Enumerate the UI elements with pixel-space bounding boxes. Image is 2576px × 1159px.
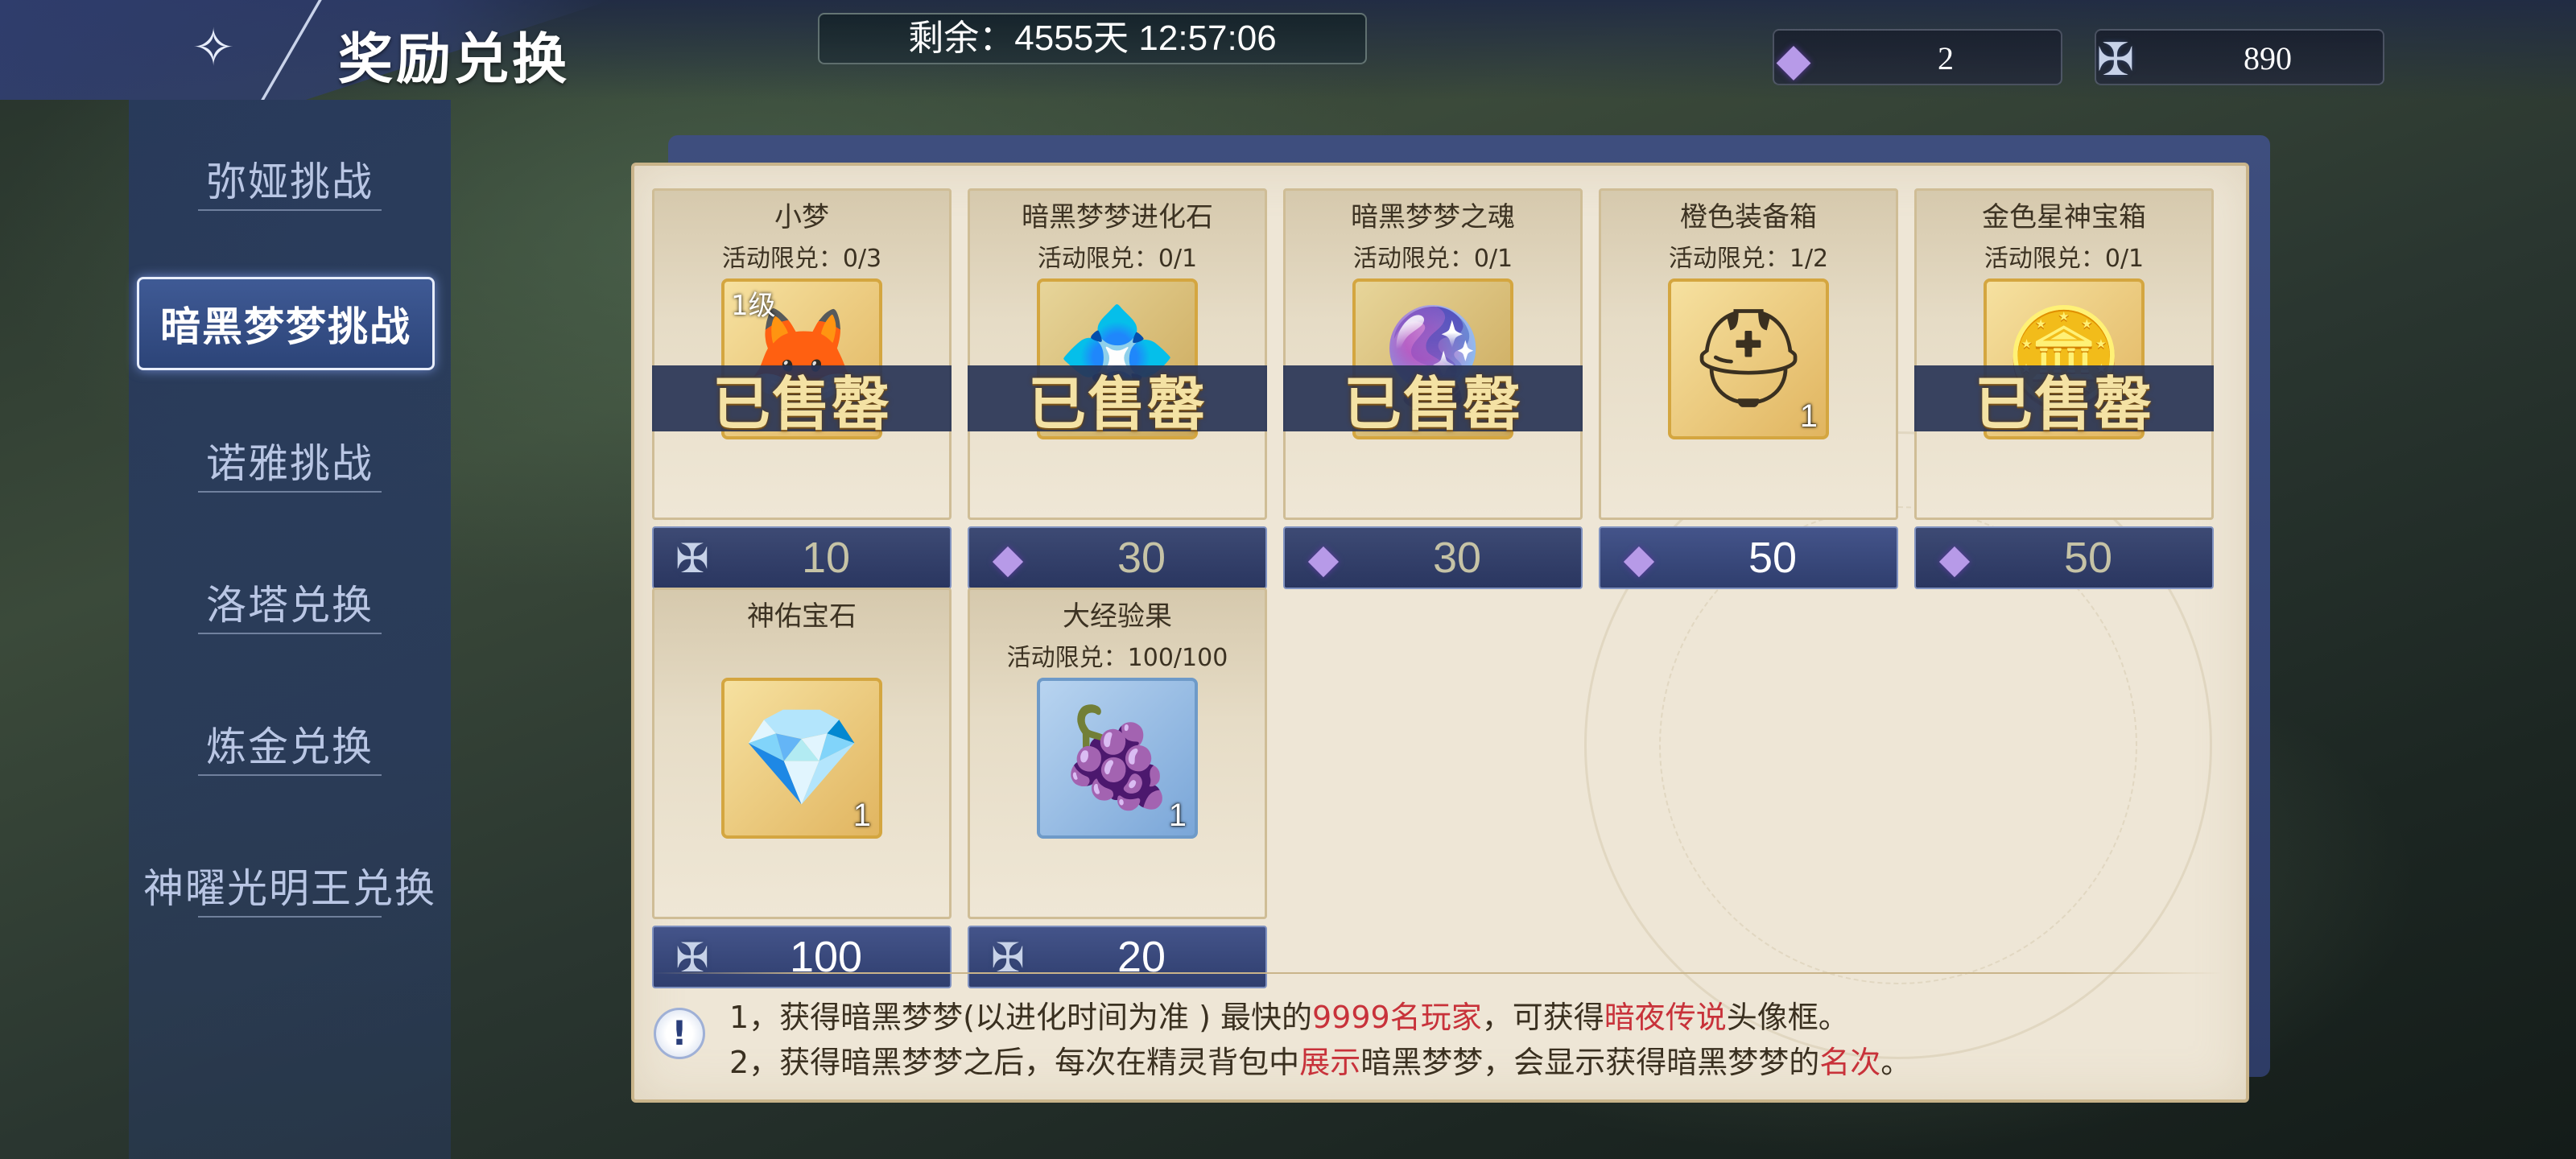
note-text: 。	[1880, 1045, 1912, 1080]
note-line-2: 2，获得暗黑梦梦之后，每次在精灵背包中展示暗黑梦梦，会显示获得暗黑梦梦的名次。	[729, 1040, 2219, 1085]
exchange-card-blessed-gem[interactable]: 神佑宝石 💎 1 ✠ 100	[652, 588, 952, 988]
note-text: 头像框。	[1726, 1000, 1849, 1035]
currency-token-value: 890	[2244, 40, 2292, 76]
note-highlight: 暗夜传说	[1604, 1000, 1727, 1035]
page-title: 奖励兑换	[338, 27, 571, 92]
weapon-token-icon: ✠	[2096, 33, 2135, 86]
price-button[interactable]: ✠ 20	[968, 926, 1267, 988]
exchange-card-exp-fruit[interactable]: 大经验果 活动限兑：100/100 🍇 1 ✠ 20	[968, 588, 1267, 988]
price-value: 30	[1117, 534, 1166, 582]
card-limit: 活动限兑：0/1	[1984, 245, 2145, 273]
note-highlight: 名次	[1819, 1045, 1881, 1080]
note-highlight: 展示	[1299, 1045, 1361, 1080]
price-button[interactable]: ◆ 50	[1599, 526, 1898, 589]
card-limit: 活动限兑：0/3	[721, 245, 882, 273]
price-value: 20	[1117, 933, 1166, 981]
card-name: 暗黑梦梦进化石	[1022, 201, 1213, 233]
note-highlight: 9999名玩家	[1312, 1000, 1482, 1035]
item-count: 1	[1168, 798, 1187, 833]
exchange-card-evolution-stone[interactable]: 暗黑梦梦进化石 活动限兑：0/1 💠 1 已售罄 ◆ 30	[968, 188, 1267, 589]
notes-divider	[652, 972, 2222, 974]
currency-token: ✠ 890	[2095, 29, 2384, 86]
exp-fruit-icon: 🍇 1	[1037, 678, 1198, 839]
currency-gem-value: 2	[1938, 40, 1954, 76]
card-limit: 活动限兑：0/1	[1352, 245, 1513, 273]
soldout-banner: 已售罄	[1283, 365, 1583, 438]
sidebar-item-label: 洛塔兑换	[206, 582, 374, 629]
price-button[interactable]: ✠ 10	[652, 526, 952, 589]
exchange-card-gold-treasure-box[interactable]: 金色星神宝箱 活动限兑：0/1 🪙 1 已售罄 ◆ 50	[1914, 188, 2214, 589]
price-value: 30	[1432, 534, 1482, 582]
price-button[interactable]: ✠ 100	[652, 926, 952, 988]
sidebar-item-shenyao-exchange[interactable]: 神曜光明王兑换	[129, 845, 451, 926]
divider	[198, 209, 382, 214]
exchange-card-soul[interactable]: 暗黑梦梦之魂 活动限兑：0/1 🔮 1 已售罄 ◆ 30	[1283, 188, 1583, 589]
note-text: ，可获得	[1481, 1000, 1604, 1035]
exchange-card-orange-equipment-box[interactable]: 橙色装备箱 活动限兑：1/2 ⛑ 1 ◆ 50	[1599, 188, 1898, 589]
divider	[198, 916, 382, 921]
card-name: 神佑宝石	[747, 600, 857, 633]
sidebar: 弥娅挑战 暗黑梦梦挑战 诺雅挑战 洛塔兑换 炼金兑换 神曜光明王兑换	[129, 100, 451, 1159]
note-text: 暗黑梦梦，会显示获得暗黑梦梦的	[1360, 1045, 1820, 1080]
note-text: 2，获得暗黑梦梦之后，每次在精灵背包中	[729, 1045, 1300, 1080]
price-value: 50	[1748, 534, 1798, 582]
purple-gem-icon: ◆	[1776, 33, 1811, 86]
card-name: 大经验果	[1063, 600, 1172, 633]
card-limit: 活动限兑：0/1	[1037, 245, 1198, 273]
item-count: 1	[852, 798, 871, 833]
soldout-banner: 已售罄	[652, 365, 952, 438]
divider	[198, 491, 382, 496]
soldout-banner: 已售罄	[1914, 365, 2214, 438]
soldout-banner: 已售罄	[968, 365, 1267, 438]
sidebar-item-miya-challenge[interactable]: 弥娅挑战	[129, 138, 451, 219]
card-name: 橙色装备箱	[1680, 201, 1817, 233]
info-icon: !	[654, 1008, 705, 1059]
sidebar-item-label: 诺雅挑战	[206, 440, 374, 487]
sidebar-item-luota-exchange[interactable]: 洛塔兑换	[129, 562, 451, 642]
sidebar-item-alchemy-exchange[interactable]: 炼金兑换	[129, 703, 451, 784]
blessed-gem-icon: 💎 1	[721, 678, 882, 839]
card-name: 金色星神宝箱	[1982, 201, 2146, 233]
item-count: 1	[1799, 398, 1818, 434]
card-limit: 活动限兑：1/2	[1668, 245, 1829, 273]
exchange-card-xiaomeng[interactable]: 小梦 活动限兑：0/3 🦊 1级 已售罄 ✠ 10	[652, 188, 952, 589]
remaining-timer: 剩余：4555天 12:57:06	[818, 13, 1367, 64]
price-button[interactable]: ◆ 30	[968, 526, 1267, 589]
sidebar-item-label: 神曜光明王兑换	[143, 865, 436, 912]
sidebar-item-dark-mengmeng-challenge[interactable]: 暗黑梦梦挑战	[137, 277, 435, 370]
card-name: 暗黑梦梦之魂	[1351, 201, 1515, 233]
price-button[interactable]: ◆ 30	[1283, 526, 1583, 589]
currency-gem: ◆ 2	[1773, 29, 2062, 86]
sidebar-item-label: 暗黑梦梦挑战	[160, 303, 411, 350]
divider	[198, 633, 382, 637]
note-text: 1，获得暗黑梦梦(以进化时间为准 ) 最快的	[729, 1000, 1312, 1035]
sidebar-item-label: 炼金兑换	[206, 724, 374, 770]
note-line-1: 1，获得暗黑梦梦(以进化时间为准 ) 最快的9999名玩家，可获得暗夜传说头像框…	[729, 995, 2219, 1040]
sidebar-item-label: 弥娅挑战	[206, 159, 374, 205]
price-value: 50	[2063, 534, 2113, 582]
card-name: 小梦	[774, 201, 829, 233]
sidebar-item-nuoya-challenge[interactable]: 诺雅挑战	[129, 420, 451, 501]
divider	[198, 774, 382, 779]
rules-notes: 1，获得暗黑梦梦(以进化时间为准 ) 最快的9999名玩家，可获得暗夜传说头像框…	[729, 995, 2219, 1085]
item-level: 1级	[731, 290, 776, 322]
price-value: 10	[801, 534, 851, 582]
helmet-icon: ⛑ 1	[1668, 278, 1829, 439]
price-button[interactable]: ◆ 50	[1914, 526, 2214, 589]
price-value: 100	[789, 933, 863, 981]
card-limit: 活动限兑：100/100	[1006, 644, 1228, 672]
back-emblem-icon[interactable]: ✧	[153, 16, 274, 80]
